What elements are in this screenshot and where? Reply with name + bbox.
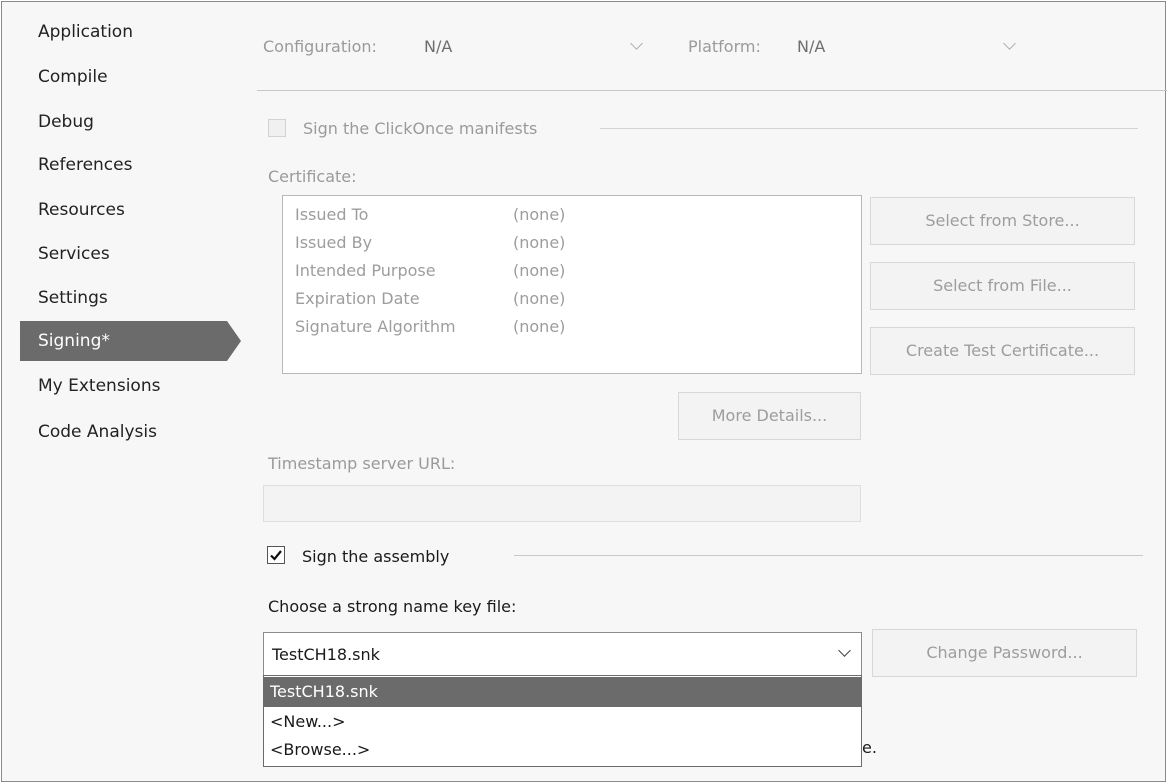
configuration-value: N/A xyxy=(424,37,453,56)
dropdown-option-testch18[interactable]: TestCH18.snk xyxy=(264,677,861,707)
certificate-details-box: Issued To (none) Issued By (none) Intend… xyxy=(282,195,862,374)
sidebar-item-signing[interactable]: Signing* xyxy=(20,321,227,361)
sidebar: Application Compile Debug References Res… xyxy=(2,2,242,781)
platform-value: N/A xyxy=(797,37,826,56)
cert-value: (none) xyxy=(513,205,566,224)
timestamp-url-label: Timestamp server URL: xyxy=(268,454,456,473)
dropdown-option-browse[interactable]: <Browse...> xyxy=(264,735,861,765)
sidebar-item-compile[interactable]: Compile xyxy=(20,57,227,97)
cert-value: (none) xyxy=(513,261,566,280)
select-from-store-button[interactable]: Select from Store... xyxy=(870,197,1135,245)
platform-label: Platform: xyxy=(688,37,761,56)
cert-key: Expiration Date xyxy=(295,289,420,308)
chevron-down-icon xyxy=(630,37,643,50)
sign-assembly-label: Sign the assembly xyxy=(302,547,450,566)
key-file-dropdown-list: TestCH18.snk <New...> <Browse...> xyxy=(263,675,862,767)
header-divider xyxy=(257,90,1167,91)
sidebar-item-services[interactable]: Services xyxy=(20,234,227,274)
sidebar-item-settings[interactable]: Settings xyxy=(20,278,227,318)
certificate-label: Certificate: xyxy=(268,167,357,186)
chevron-down-icon xyxy=(1003,37,1016,50)
more-details-button[interactable]: More Details... xyxy=(678,392,861,440)
cert-row-issued-to: Issued To (none) xyxy=(295,205,565,224)
cert-row-intended-purpose: Intended Purpose (none) xyxy=(295,261,565,280)
configuration-select[interactable]: N/A xyxy=(414,26,654,66)
key-file-label: Choose a strong name key file: xyxy=(268,597,517,616)
sign-clickonce-label: Sign the ClickOnce manifests xyxy=(303,119,538,138)
project-properties-window: Application Compile Debug References Res… xyxy=(1,1,1167,782)
dropdown-option-new[interactable]: <New...> xyxy=(264,707,861,737)
clickonce-divider xyxy=(600,128,1138,129)
checkmark-icon xyxy=(270,550,282,561)
key-file-select[interactable]: TestCH18.snk xyxy=(263,632,862,676)
cert-row-issued-by: Issued By (none) xyxy=(295,233,565,252)
cert-row-signature-algorithm: Signature Algorithm (none) xyxy=(295,317,565,336)
cert-key: Signature Algorithm xyxy=(295,317,456,336)
truncated-text: e. xyxy=(862,738,877,757)
sidebar-item-debug[interactable]: Debug xyxy=(20,102,227,142)
create-test-certificate-button[interactable]: Create Test Certificate... xyxy=(870,327,1135,375)
sign-clickonce-checkbox[interactable] xyxy=(268,119,286,137)
cert-value: (none) xyxy=(513,233,566,252)
sidebar-item-application[interactable]: Application xyxy=(20,12,227,52)
timestamp-url-input[interactable] xyxy=(263,485,861,522)
cert-key: Issued To xyxy=(295,205,369,224)
configuration-label: Configuration: xyxy=(263,37,377,56)
cert-key: Intended Purpose xyxy=(295,261,436,280)
select-from-file-button[interactable]: Select from File... xyxy=(870,262,1135,310)
cert-key: Issued By xyxy=(295,233,373,252)
sidebar-item-my-extensions[interactable]: My Extensions xyxy=(20,366,227,406)
chevron-down-icon xyxy=(838,644,851,657)
sidebar-item-code-analysis[interactable]: Code Analysis xyxy=(20,412,227,452)
active-item-pointer xyxy=(227,321,241,361)
cert-row-expiration-date: Expiration Date (none) xyxy=(295,289,565,308)
cert-value: (none) xyxy=(513,317,566,336)
assembly-divider xyxy=(514,555,1143,556)
change-password-button[interactable]: Change Password... xyxy=(872,629,1137,677)
sidebar-item-resources[interactable]: Resources xyxy=(20,190,227,230)
cert-value: (none) xyxy=(513,289,566,308)
sign-assembly-checkbox[interactable] xyxy=(267,546,285,564)
sidebar-item-references[interactable]: References xyxy=(20,145,227,185)
key-file-value: TestCH18.snk xyxy=(272,645,380,664)
platform-select[interactable]: N/A xyxy=(787,26,1027,66)
